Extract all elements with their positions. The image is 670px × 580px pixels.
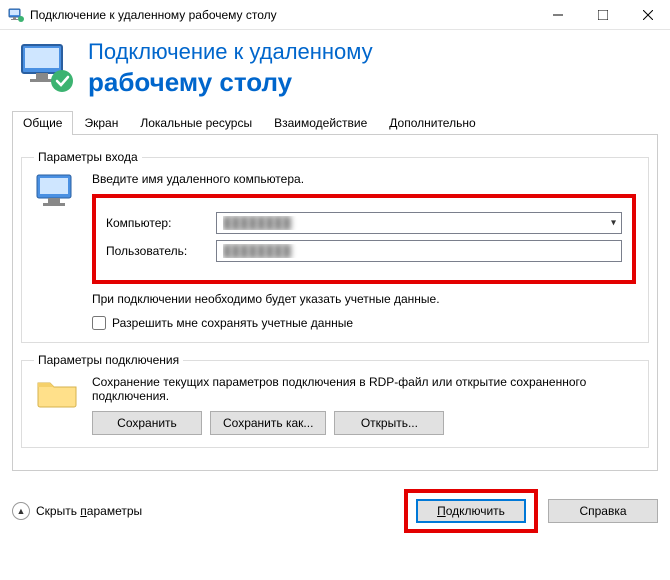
connection-desc: Сохранение текущих параметров подключени… <box>92 375 636 403</box>
dialog-header: Подключение к удаленному рабочему столу <box>0 30 670 110</box>
folder-icon <box>34 375 80 435</box>
hide-params-link[interactable]: ▲ Скрыть параметры <box>12 502 142 520</box>
rdp-app-icon <box>8 7 24 23</box>
connection-group-legend: Параметры подключения <box>34 353 183 367</box>
connect-button[interactable]: Подключить <box>416 499 526 523</box>
computer-combo[interactable]: ▾ <box>216 212 622 234</box>
bottom-bar: ▲ Скрыть параметры Подключить Справка <box>12 489 658 533</box>
login-group: Параметры входа Введите имя удаленного к… <box>21 150 649 343</box>
connection-buttons: Сохранить Сохранить как... Открыть... <box>92 411 636 435</box>
close-button[interactable] <box>625 0 670 29</box>
user-label: Пользователь: <box>106 244 206 258</box>
dialog-title-line2: рабочему столу <box>88 67 292 97</box>
highlight-box-connect: Подключить <box>404 489 538 533</box>
connection-group: Параметры подключения Сохранение текущих… <box>21 353 649 448</box>
save-credentials-row: Разрешить мне сохранять учетные данные <box>92 316 636 330</box>
tab-panel-general: Параметры входа Введите имя удаленного к… <box>12 134 658 471</box>
computer-icon <box>34 172 80 330</box>
open-button[interactable]: Открыть... <box>334 411 444 435</box>
help-button[interactable]: Справка <box>548 499 658 523</box>
dialog-title-line1: Подключение к удаленному <box>88 39 373 64</box>
tab-screen[interactable]: Экран <box>73 111 129 134</box>
highlight-box-fields: Компьютер: ▾ Пользователь: <box>92 194 636 284</box>
tab-interaction[interactable]: Взаимодействие <box>263 111 378 134</box>
rdp-large-icon <box>18 39 76 97</box>
minimize-button[interactable] <box>535 0 580 29</box>
collapse-arrow-icon: ▲ <box>12 502 30 520</box>
computer-input[interactable] <box>216 212 622 234</box>
user-input[interactable] <box>216 240 622 262</box>
computer-label: Компьютер: <box>106 216 206 230</box>
save-button[interactable]: Сохранить <box>92 411 202 435</box>
login-intro: Введите имя удаленного компьютера. <box>92 172 636 186</box>
tab-advanced[interactable]: Дополнительно <box>378 111 486 134</box>
tab-local-resources[interactable]: Локальные ресурсы <box>129 111 263 134</box>
save-credentials-label: Разрешить мне сохранять учетные данные <box>112 316 353 330</box>
tab-bar: Общие Экран Локальные ресурсы Взаимодейс… <box>12 111 658 135</box>
maximize-button[interactable] <box>580 0 625 29</box>
user-row: Пользователь: <box>106 240 622 262</box>
login-group-legend: Параметры входа <box>34 150 142 164</box>
computer-row: Компьютер: ▾ <box>106 212 622 234</box>
save-credentials-checkbox[interactable] <box>92 316 106 330</box>
dialog-title: Подключение к удаленному рабочему столу <box>88 38 373 98</box>
window-title: Подключение к удаленному рабочему столу <box>30 8 535 22</box>
save-as-button[interactable]: Сохранить как... <box>210 411 326 435</box>
hide-params-label: Скрыть параметры <box>36 504 142 518</box>
window-controls <box>535 0 670 29</box>
credentials-hint: При подключении необходимо будет указать… <box>92 292 636 306</box>
titlebar: Подключение к удаленному рабочему столу <box>0 0 670 30</box>
tab-general[interactable]: Общие <box>12 111 73 134</box>
